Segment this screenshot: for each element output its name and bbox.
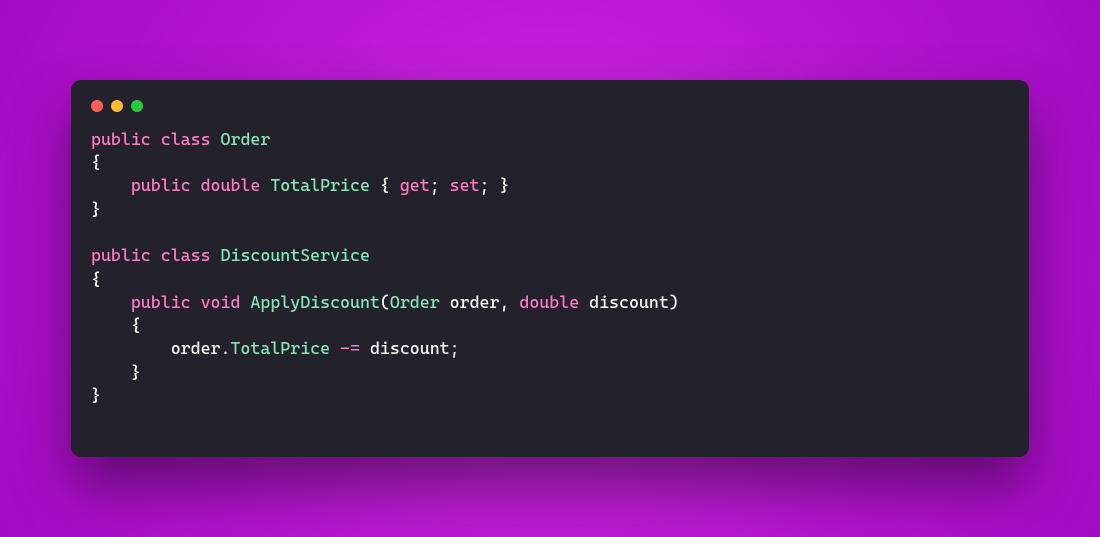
code-token: } [91,199,101,219]
code-token: . [221,338,231,358]
code-token: public [91,129,151,149]
code-token: } [91,385,101,405]
code-token: discount [589,292,669,312]
code-token: DiscountService [221,245,370,265]
minimize-icon[interactable] [111,100,123,112]
code-token: ( [380,292,390,312]
code-token: ; [450,338,460,358]
code-token: TotalPrice [230,338,330,358]
window-traffic-lights [91,98,1009,128]
code-token: public [91,245,151,265]
code-token: order [171,338,221,358]
code-token: { [91,152,101,172]
code-token: -= [340,338,360,358]
code-token: ; [480,175,490,195]
code-token: { [91,269,101,289]
code-token: double [519,292,579,312]
code-token: public [131,175,191,195]
code-token: class [161,245,211,265]
code-token: get [400,175,430,195]
code-token: ; [430,175,440,195]
code-window: public class Order { public double Total… [71,80,1029,458]
code-token: TotalPrice [270,175,370,195]
code-token: void [201,292,241,312]
code-token: { [131,315,141,335]
code-token: set [450,175,480,195]
code-token: } [131,362,141,382]
close-icon[interactable] [91,100,103,112]
code-block: public class Order { public double Total… [91,128,1009,408]
code-token: , [499,292,509,312]
code-token: Order [390,292,440,312]
code-token: { [380,175,390,195]
code-token: discount [370,338,450,358]
code-token: order [450,292,500,312]
code-token: ApplyDiscount [250,292,380,312]
code-token: Order [221,129,271,149]
code-token: ) [669,292,679,312]
code-token: } [499,175,509,195]
code-token: public [131,292,191,312]
code-token: class [161,129,211,149]
code-token: double [201,175,261,195]
maximize-icon[interactable] [131,100,143,112]
